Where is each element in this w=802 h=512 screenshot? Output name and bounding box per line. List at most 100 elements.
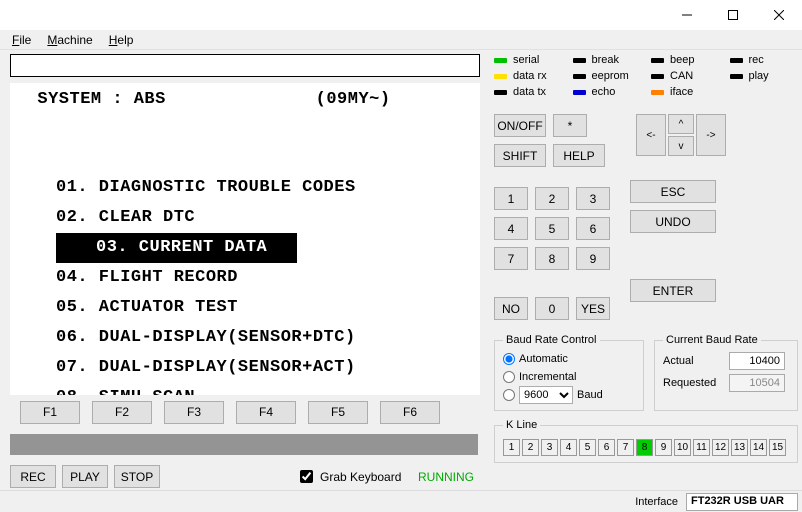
terminal-display: SYSTEM : ABS (09MY~) 01. DIAGNOSTIC TROU…: [10, 83, 480, 394]
menu-bar: File Machine Help: [0, 30, 802, 50]
indicator-break: break: [573, 54, 642, 66]
terminal-row[interactable]: 02. CLEAR DTC: [16, 203, 474, 233]
baud-auto-radio[interactable]: Automatic: [503, 350, 635, 368]
terminal-row[interactable]: 01. DIAGNOSTIC TROUBLE CODES: [16, 173, 474, 203]
grab-keyboard-checkbox[interactable]: Grab Keyboard: [296, 467, 401, 486]
window-close-button[interactable]: [756, 0, 802, 30]
kline-cell-2[interactable]: 2: [522, 439, 539, 456]
title-bar: [0, 0, 802, 30]
kline-cell-8[interactable]: 8: [636, 439, 653, 456]
num-6-button[interactable]: 6: [576, 217, 610, 240]
esc-button[interactable]: ESC: [630, 180, 716, 203]
play-button[interactable]: PLAY: [62, 465, 108, 488]
arrow-pad: <- ^ v ->: [636, 114, 726, 156]
window-maximize-button[interactable]: [710, 0, 756, 30]
menu-file[interactable]: File: [4, 31, 39, 49]
zero-button[interactable]: 0: [535, 297, 569, 320]
terminal-row[interactable]: 04. FLIGHT RECORD: [16, 263, 474, 293]
led-icon: [651, 74, 664, 79]
num-7-button[interactable]: 7: [494, 247, 528, 270]
maximize-icon: [728, 10, 738, 20]
cbr-actual-value: 10400: [729, 352, 785, 370]
minimize-icon: [682, 10, 692, 20]
kline-cell-3[interactable]: 3: [541, 439, 558, 456]
cbr-requested-value: 10504: [729, 374, 785, 392]
no-button[interactable]: NO: [494, 297, 528, 320]
num-2-button[interactable]: 2: [535, 187, 569, 210]
cbr-legend: Current Baud Rate: [663, 334, 761, 346]
baud-custom-radio[interactable]: 9600 Baud: [503, 386, 635, 404]
led-icon: [573, 90, 586, 95]
window-minimize-button[interactable]: [664, 0, 710, 30]
kline-cell-5[interactable]: 5: [579, 439, 596, 456]
right-panel: serialbreakbeeprecdata rxeepromCANplayda…: [490, 50, 802, 488]
fkey-f1[interactable]: F1: [20, 401, 80, 424]
kline-cell-15[interactable]: 15: [769, 439, 786, 456]
arrow-left-button[interactable]: <-: [636, 114, 666, 156]
grab-keyboard-label: Grab Keyboard: [320, 470, 401, 484]
kline-cell-7[interactable]: 7: [617, 439, 634, 456]
baud-ctrl-legend: Baud Rate Control: [503, 334, 600, 346]
kline-cell-4[interactable]: 4: [560, 439, 577, 456]
shift-button[interactable]: SHIFT: [494, 144, 546, 167]
interface-value: FT232R USB UAR: [686, 493, 798, 511]
kline-cell-1[interactable]: 1: [503, 439, 520, 456]
command-input[interactable]: [10, 54, 480, 77]
grab-keyboard-input[interactable]: [300, 470, 313, 483]
num-4-button[interactable]: 4: [494, 217, 528, 240]
terminal-row[interactable]: 03. CURRENT DATA: [56, 233, 297, 263]
kline-cell-11[interactable]: 11: [693, 439, 710, 456]
num-5-button[interactable]: 5: [535, 217, 569, 240]
kline-cell-10[interactable]: 10: [674, 439, 691, 456]
led-icon: [494, 58, 507, 63]
led-icon: [573, 58, 586, 63]
kline-cell-12[interactable]: 12: [712, 439, 729, 456]
star-button[interactable]: *: [553, 114, 587, 137]
arrow-right-button[interactable]: ->: [696, 114, 726, 156]
indicator-eeprom: eeprom: [573, 70, 642, 82]
function-keys: F1 F2 F3 F4 F5 F6: [10, 401, 480, 424]
terminal-row[interactable]: 05. ACTUATOR TEST: [16, 293, 474, 323]
led-icon: [651, 58, 664, 63]
kline-cell-9[interactable]: 9: [655, 439, 672, 456]
indicator-play: play: [730, 70, 799, 82]
menu-help[interactable]: Help: [101, 31, 142, 49]
menu-machine[interactable]: Machine: [39, 31, 100, 49]
indicator-beep: beep: [651, 54, 720, 66]
kline-cell-13[interactable]: 13: [731, 439, 748, 456]
terminal-header: SYSTEM : ABS (09MY~): [16, 85, 474, 115]
fkey-f5[interactable]: F5: [308, 401, 368, 424]
led-indicators: serialbreakbeeprecdata rxeepromCANplayda…: [494, 54, 798, 98]
yes-button[interactable]: YES: [576, 297, 610, 320]
num-1-button[interactable]: 1: [494, 187, 528, 210]
indicator-serial: serial: [494, 54, 563, 66]
kline-cell-6[interactable]: 6: [598, 439, 615, 456]
terminal-row[interactable]: 07. DUAL-DISPLAY(SENSOR+ACT): [16, 353, 474, 383]
run-status: RUNNING: [418, 470, 474, 484]
onoff-button[interactable]: ON/OFF: [494, 114, 546, 137]
undo-button[interactable]: UNDO: [630, 210, 716, 233]
indicator-echo: echo: [573, 86, 642, 98]
baud-incremental-radio[interactable]: Incremental: [503, 368, 635, 386]
terminal-row[interactable]: 08. SIMU-SCAN: [16, 383, 474, 394]
baud-custom-select[interactable]: 9600: [519, 386, 573, 404]
rec-button[interactable]: REC: [10, 465, 56, 488]
num-3-button[interactable]: 3: [576, 187, 610, 210]
close-icon: [774, 10, 784, 20]
arrow-up-button[interactable]: ^: [668, 114, 694, 134]
num-8-button[interactable]: 8: [535, 247, 569, 270]
enter-button[interactable]: ENTER: [630, 279, 716, 302]
fkey-f6[interactable]: F6: [380, 401, 440, 424]
help-button[interactable]: HELP: [553, 144, 605, 167]
k-line-group: K Line 123456789101112131415: [494, 419, 798, 463]
fkey-f3[interactable]: F3: [164, 401, 224, 424]
terminal-row[interactable]: 06. DUAL-DISPLAY(SENSOR+DTC): [16, 323, 474, 353]
fkey-f4[interactable]: F4: [236, 401, 296, 424]
arrow-down-button[interactable]: v: [668, 136, 694, 156]
kline-cell-14[interactable]: 14: [750, 439, 767, 456]
stop-button[interactable]: STOP: [114, 465, 160, 488]
fkey-f2[interactable]: F2: [92, 401, 152, 424]
led-icon: [494, 90, 507, 95]
cbr-actual-label: Actual: [663, 355, 723, 367]
num-9-button[interactable]: 9: [576, 247, 610, 270]
